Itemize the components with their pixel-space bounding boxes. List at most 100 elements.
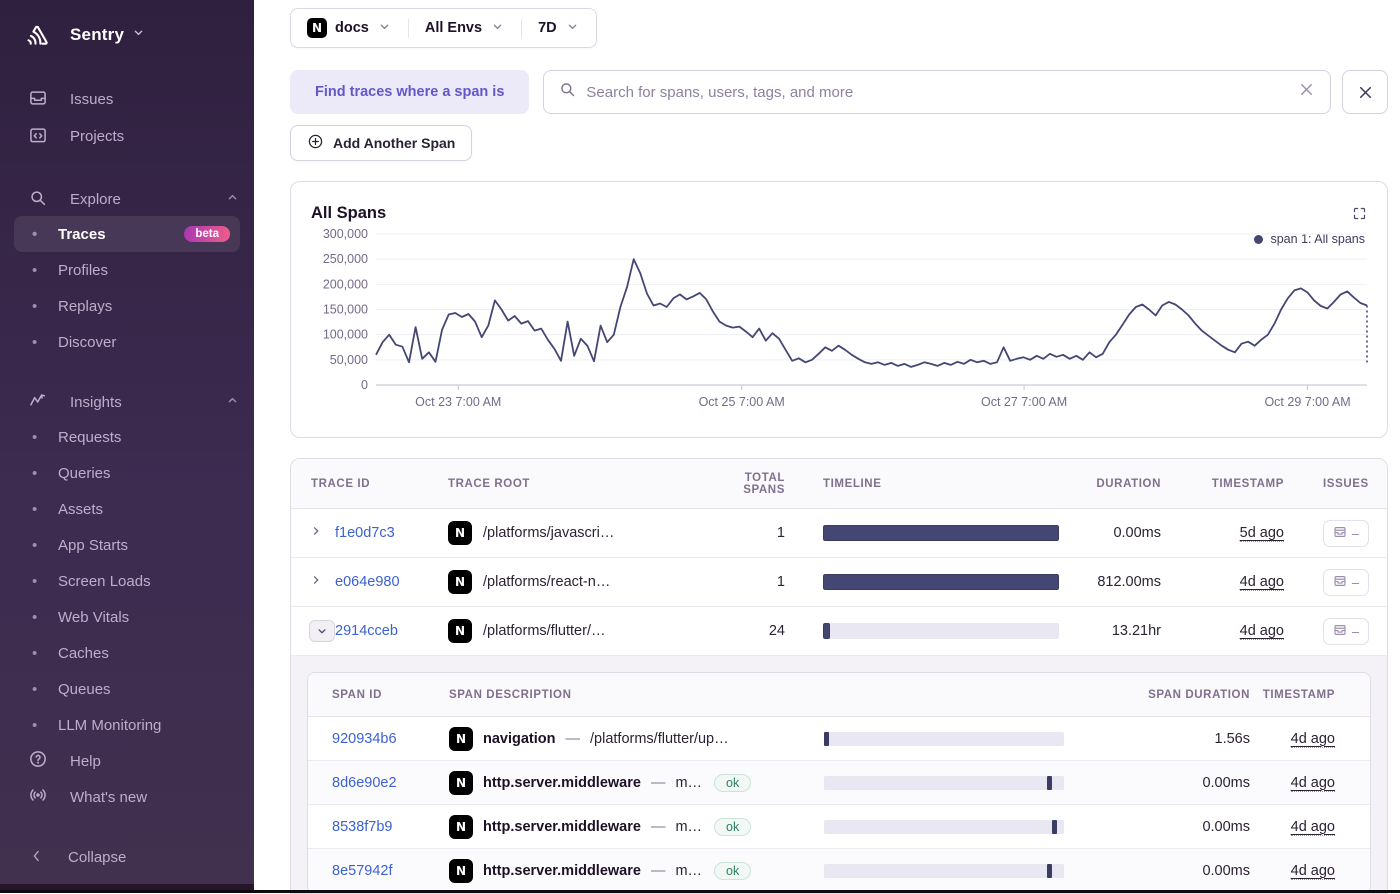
sidebar-item-profiles[interactable]: • Profiles bbox=[14, 252, 240, 288]
sidebar-item-traces[interactable]: • Tracesbeta bbox=[14, 216, 240, 252]
sidebar-item-help[interactable]: Help bbox=[0, 743, 254, 779]
col-total-spans: TOTAL SPANS bbox=[708, 472, 785, 496]
add-another-span-button[interactable]: Add Another Span bbox=[290, 125, 472, 161]
trace-timestamp[interactable]: 4d ago bbox=[1240, 623, 1284, 640]
trace-id-link[interactable]: f1e0d7c3 bbox=[335, 525, 395, 541]
span-op: navigation bbox=[483, 731, 556, 747]
plus-circle-icon bbox=[307, 133, 324, 153]
clear-x-icon[interactable] bbox=[1297, 80, 1316, 104]
trace-root: /platforms/react-n… bbox=[483, 574, 610, 590]
sidebar-item-requests[interactable]: • Requests bbox=[14, 419, 240, 455]
trace-timestamp[interactable]: 4d ago bbox=[1240, 574, 1284, 591]
span-timestamp[interactable]: 4d ago bbox=[1291, 819, 1335, 836]
date-range-picker[interactable]: 7D bbox=[521, 19, 596, 38]
expand-row-icon[interactable] bbox=[309, 525, 323, 542]
span-id-link[interactable]: 920934b6 bbox=[332, 731, 397, 747]
project-picker[interactable]: N docs bbox=[291, 18, 408, 38]
span-timestamp[interactable]: 4d ago bbox=[1291, 863, 1335, 880]
nextjs-icon: N bbox=[449, 727, 473, 751]
bullet-icon: • bbox=[32, 645, 58, 662]
sidebar-item-queues[interactable]: • Queues bbox=[14, 671, 240, 707]
span-description: m… bbox=[675, 775, 702, 791]
find-traces-pill[interactable]: Find traces where a span is bbox=[290, 70, 529, 114]
sidebar-item-caches[interactable]: • Caches bbox=[14, 635, 240, 671]
nav-item-label: Explore bbox=[70, 191, 203, 208]
sidebar-item-screen-loads[interactable]: • Screen Loads bbox=[14, 563, 240, 599]
span-duration: 1.56s bbox=[1084, 731, 1250, 747]
sidebar-section-insights[interactable]: Insights bbox=[0, 386, 254, 419]
span-search-input[interactable] bbox=[586, 84, 1288, 101]
issues-button[interactable]: – bbox=[1323, 520, 1369, 547]
span-separator: — bbox=[651, 819, 666, 835]
timeline-bar[interactable] bbox=[823, 623, 1059, 639]
svg-text:50,000: 50,000 bbox=[330, 353, 368, 367]
sidebar-item-issues[interactable]: Issues bbox=[0, 83, 254, 116]
primary-nav: Issues Projects bbox=[0, 83, 254, 157]
span-separator: — bbox=[651, 863, 666, 879]
span-description: /platforms/flutter/up… bbox=[590, 731, 729, 747]
span-timeline-bar[interactable] bbox=[824, 732, 1064, 746]
span-timestamp[interactable]: 4d ago bbox=[1291, 775, 1335, 792]
issues-button[interactable]: – bbox=[1323, 569, 1369, 596]
all-spans-line-chart[interactable]: 050,000100,000150,000200,000250,000300,0… bbox=[291, 220, 1387, 420]
svg-text:250,000: 250,000 bbox=[323, 252, 368, 266]
sidebar-item-llm-monitoring[interactable]: • LLM Monitoring bbox=[14, 707, 240, 743]
nav-item-label: What's new bbox=[70, 789, 240, 806]
bullet-icon: • bbox=[32, 717, 58, 734]
span-timeline-bar[interactable] bbox=[824, 820, 1064, 834]
span-timeline-bar[interactable] bbox=[824, 864, 1064, 878]
span-duration: 0.00ms bbox=[1084, 863, 1250, 879]
sidebar-item-what-s-new[interactable]: What's new bbox=[0, 779, 254, 815]
nav-item-label: Issues bbox=[70, 91, 240, 108]
issues-button[interactable]: – bbox=[1323, 618, 1369, 645]
sidebar-collapse-button[interactable]: Collapse bbox=[0, 841, 254, 874]
sidebar-item-label: Profiles bbox=[58, 262, 108, 279]
bullet-icon: • bbox=[32, 609, 58, 626]
span-op: http.server.middleware bbox=[483, 819, 641, 835]
span-timeline-bar[interactable] bbox=[824, 776, 1064, 790]
span-id-link[interactable]: 8d6e90e2 bbox=[332, 775, 397, 791]
sidebar-item-label: Traces bbox=[58, 226, 106, 243]
trace-duration: 13.21hr bbox=[1071, 623, 1195, 639]
sidebar-item-web-vitals[interactable]: • Web Vitals bbox=[14, 599, 240, 635]
bullet-icon: • bbox=[32, 573, 58, 590]
span-status-badge: ok bbox=[714, 862, 751, 880]
sidebar-section-explore[interactable]: Explore bbox=[0, 183, 254, 216]
chevron-up-icon bbox=[225, 190, 240, 209]
environment-picker[interactable]: All Envs bbox=[408, 19, 521, 38]
svg-text:Oct 29 7:00 AM: Oct 29 7:00 AM bbox=[1264, 395, 1350, 409]
issues-count: – bbox=[1352, 526, 1359, 541]
sidebar-item-discover[interactable]: • Discover bbox=[14, 324, 240, 360]
chevron-down-icon bbox=[131, 25, 146, 45]
span-id-link[interactable]: 8538f7b9 bbox=[332, 819, 392, 835]
issues-count: – bbox=[1352, 624, 1359, 639]
col-trace-id: TRACE ID bbox=[291, 478, 448, 490]
sidebar-item-app-starts[interactable]: • App Starts bbox=[14, 527, 240, 563]
sidebar-item-label: LLM Monitoring bbox=[58, 717, 161, 734]
sidebar-item-assets[interactable]: • Assets bbox=[14, 491, 240, 527]
span-id-link[interactable]: 8e57942f bbox=[332, 863, 392, 879]
project-picker-label: docs bbox=[335, 20, 369, 36]
nextjs-icon: N bbox=[448, 521, 472, 545]
issues-tray-icon bbox=[1333, 623, 1347, 640]
timeline-bar[interactable] bbox=[823, 574, 1059, 590]
trace-id-link[interactable]: 2914cceb bbox=[335, 623, 398, 639]
collapse-row-button[interactable] bbox=[309, 620, 335, 642]
span-timestamp[interactable]: 4d ago bbox=[1291, 731, 1335, 748]
trace-id-link[interactable]: e064e980 bbox=[335, 574, 400, 590]
svg-text:150,000: 150,000 bbox=[323, 303, 368, 317]
org-switcher[interactable]: Sentry bbox=[0, 0, 254, 66]
chevron-down-icon bbox=[565, 19, 580, 38]
sidebar-item-label: Web Vitals bbox=[58, 609, 129, 626]
sidebar-item-replays[interactable]: • Replays bbox=[14, 288, 240, 324]
remove-span-filter-button[interactable] bbox=[1342, 70, 1388, 114]
nextjs-icon: N bbox=[448, 619, 472, 643]
sidebar-item-queries[interactable]: • Queries bbox=[14, 455, 240, 491]
span-table-row: 8538f7b9 Nhttp.server.middleware—m…ok 0.… bbox=[308, 805, 1370, 849]
issues-tray-icon bbox=[1333, 525, 1347, 542]
expand-row-icon[interactable] bbox=[309, 574, 323, 591]
search-icon bbox=[558, 80, 577, 104]
timeline-bar[interactable] bbox=[823, 525, 1059, 541]
trace-timestamp[interactable]: 5d ago bbox=[1240, 525, 1284, 542]
sidebar-item-projects[interactable]: Projects bbox=[0, 120, 254, 153]
